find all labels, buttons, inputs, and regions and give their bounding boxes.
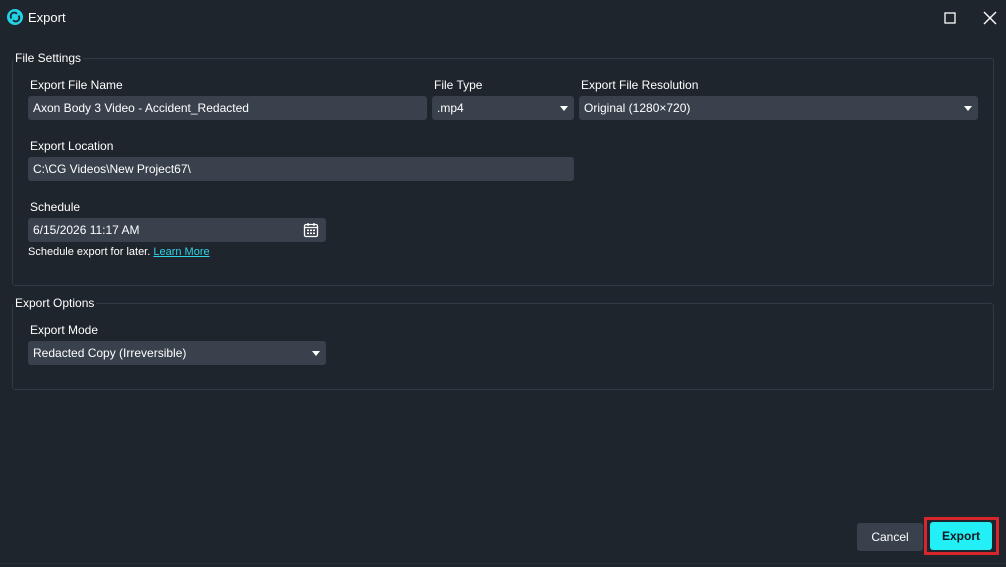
export-button[interactable]: Export — [930, 522, 992, 550]
export-resolution-select[interactable]: Original (1280×720) — [579, 96, 978, 120]
file-type-select[interactable]: .mp4 — [432, 96, 574, 120]
cancel-button[interactable]: Cancel — [857, 523, 923, 551]
calendar-icon[interactable] — [303, 222, 319, 238]
file-type-value: .mp4 — [437, 101, 464, 115]
export-file-name-label: Export File Name — [30, 78, 123, 92]
chevron-down-icon — [560, 106, 568, 111]
schedule-value: 6/15/2026 11:17 AM — [33, 223, 140, 237]
file-settings-legend: File Settings — [13, 51, 84, 65]
schedule-input[interactable]: 6/15/2026 11:17 AM — [28, 218, 326, 242]
export-file-name-input[interactable]: Axon Body 3 Video - Accident_Redacted — [28, 96, 427, 120]
export-mode-label: Export Mode — [30, 323, 99, 337]
schedule-label: Schedule — [30, 200, 81, 214]
learn-more-link[interactable]: Learn More — [153, 246, 209, 258]
export-mode-value: Redacted Copy (Irreversible) — [33, 346, 187, 360]
export-location-value: C:\CG Videos\New Project67\ — [33, 162, 191, 176]
title-bar: Export — [0, 0, 1006, 36]
export-resolution-label: Export File Resolution — [581, 78, 699, 92]
schedule-hint: Schedule export for later. Learn More — [28, 246, 210, 258]
chevron-down-icon — [964, 106, 972, 111]
app-logo-icon — [7, 9, 23, 25]
export-options-legend: Export Options — [13, 296, 97, 310]
export-file-name-value: Axon Body 3 Video - Accident_Redacted — [33, 101, 249, 115]
maximize-icon[interactable] — [940, 8, 960, 28]
close-icon[interactable] — [980, 8, 1000, 28]
export-mode-select[interactable]: Redacted Copy (Irreversible) — [28, 341, 326, 365]
export-resolution-value: Original (1280×720) — [584, 101, 691, 115]
export-location-input[interactable]: C:\CG Videos\New Project67\ — [28, 157, 574, 181]
export-location-label: Export Location — [30, 139, 114, 153]
file-type-label: File Type — [434, 78, 483, 92]
schedule-hint-text: Schedule export for later. — [28, 246, 151, 258]
chevron-down-icon — [312, 351, 320, 356]
window-title: Export — [28, 10, 66, 25]
bottom-divider — [0, 563, 1006, 564]
